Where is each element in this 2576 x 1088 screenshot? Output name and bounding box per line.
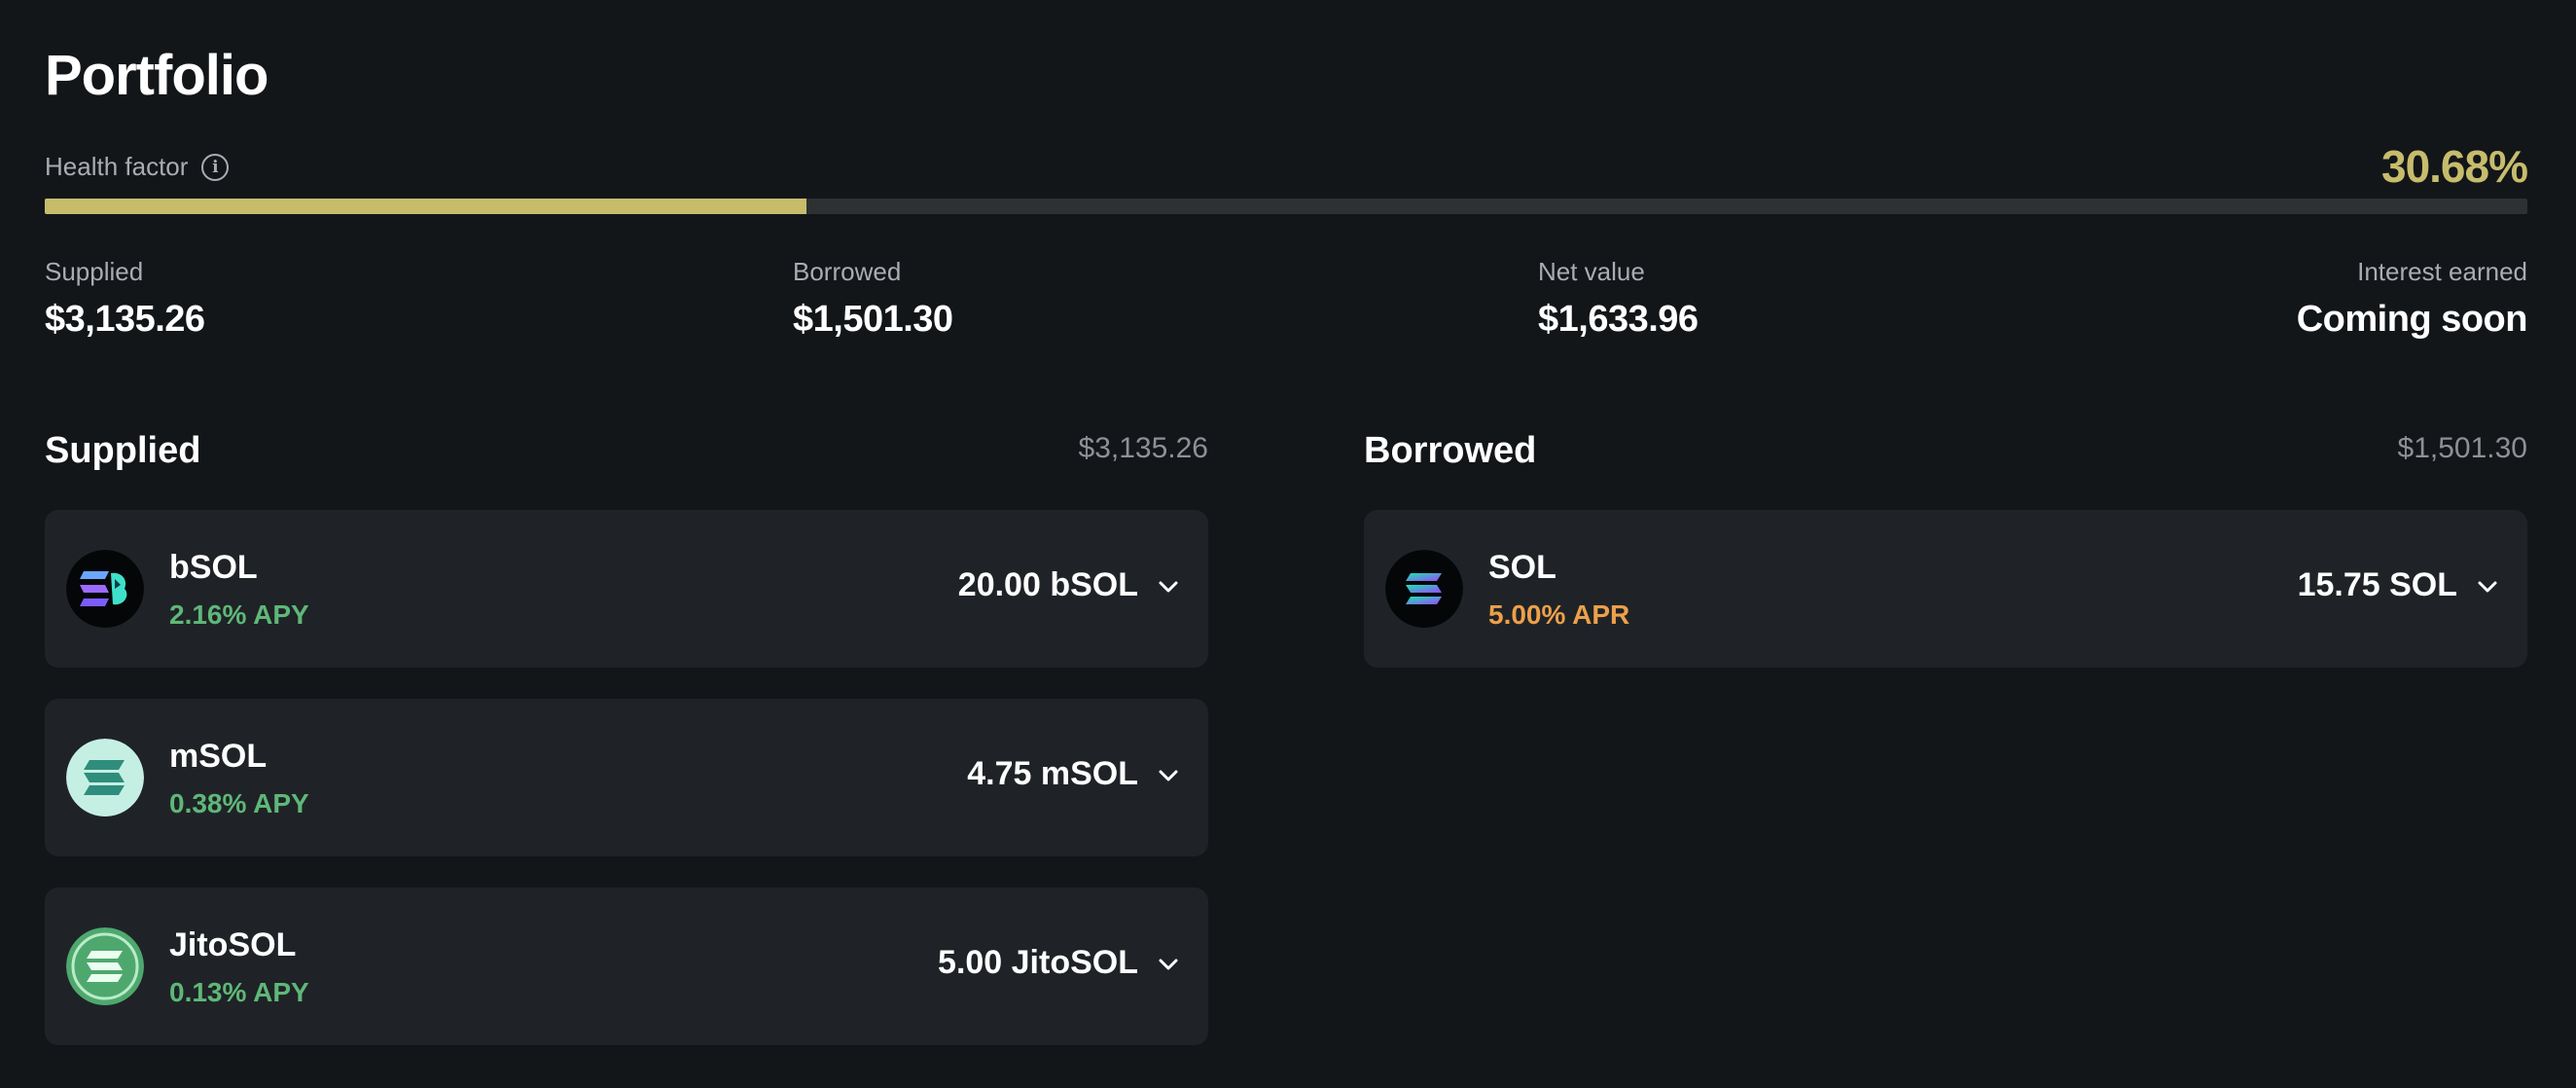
stat-net-value: Net value $1,633.96 [1538,257,1699,341]
borrowed-section-title: Borrowed [1364,430,1537,471]
borrowed-section: Borrowed $1,501.30 SOL 5.00% APR 15.75 S… [1364,428,2527,668]
asset-apy: 0.13% APY [169,977,309,1007]
health-factor-bar [45,199,2527,214]
asset-amount: 4.75 mSOL [967,755,1138,792]
supplied-section: Supplied $3,135.26 bSOL 2.16% APY 20.00 … [45,428,1208,1045]
asset-name: SOL [1488,549,1556,586]
stat-borrowed: Borrowed $1,501.30 [793,257,953,341]
chevron-down-icon[interactable] [1156,952,1181,977]
borrowed-section-header: Borrowed $1,501.30 [1364,428,2527,483]
asset-name: bSOL [169,549,258,586]
asset-apy: 0.38% APY [169,788,309,818]
stat-interest-earned: Interest earned Coming soon [2296,257,2528,341]
asset-apr: 5.00% APR [1488,599,1630,630]
borrowed-section-total: $1,501.30 [2397,432,2527,464]
stat-supplied-label: Supplied [45,257,144,286]
msol-logo-icon [66,739,144,816]
health-factor-row: Health factor i 30.68% [45,141,2528,204]
asset-amount: 20.00 bSOL [957,566,1138,603]
supplied-section-total: $3,135.26 [1078,432,1208,464]
health-factor-value: 30.68% [2380,141,2528,192]
portfolio-page: Portfolio Health factor i 30.68% Supplie… [45,0,2528,1088]
chevron-down-icon[interactable] [1156,574,1181,599]
health-factor-bar-fill [45,199,806,214]
asset-card-sol[interactable]: SOL 5.00% APR 15.75 SOL [1364,510,2527,668]
supplied-section-title: Supplied [45,430,201,471]
jitosol-logo-icon [66,927,144,1005]
sol-logo-icon [1385,550,1463,628]
stat-interest-earned-label: Interest earned [2357,257,2527,286]
asset-card-jitosol[interactable]: JitoSOL 0.13% APY 5.00 JitoSOL [45,888,1208,1045]
stat-net-value-value: $1,633.96 [1538,299,1699,340]
stat-supplied-value: $3,135.26 [45,299,205,340]
asset-amount: 5.00 JitoSOL [938,944,1138,981]
health-factor-label-group: Health factor i [45,152,230,182]
supplied-section-header: Supplied $3,135.26 [45,428,1208,483]
health-factor-label: Health factor [45,152,189,181]
chevron-down-icon[interactable] [1156,763,1181,788]
asset-amount: 15.75 SOL [2297,566,2457,603]
stat-net-value-label: Net value [1538,257,1645,286]
asset-card-bsol[interactable]: bSOL 2.16% APY 20.00 bSOL [45,510,1208,668]
stat-interest-earned-value: Coming soon [2296,299,2528,340]
info-icon[interactable]: i [201,153,230,181]
asset-name: mSOL [169,738,268,775]
asset-apy: 2.16% APY [169,599,309,630]
asset-card-msol[interactable]: mSOL 0.38% APY 4.75 mSOL [45,699,1208,856]
portfolio-stats: Supplied $3,135.26 Borrowed $1,501.30 Ne… [45,257,2528,345]
page-title: Portfolio [45,44,268,107]
chevron-down-icon[interactable] [2475,574,2500,599]
asset-name: JitoSOL [169,926,297,963]
stat-supplied: Supplied $3,135.26 [45,257,205,341]
stat-borrowed-value: $1,501.30 [793,299,953,340]
stat-borrowed-label: Borrowed [793,257,902,286]
bsol-logo-icon [66,550,144,628]
